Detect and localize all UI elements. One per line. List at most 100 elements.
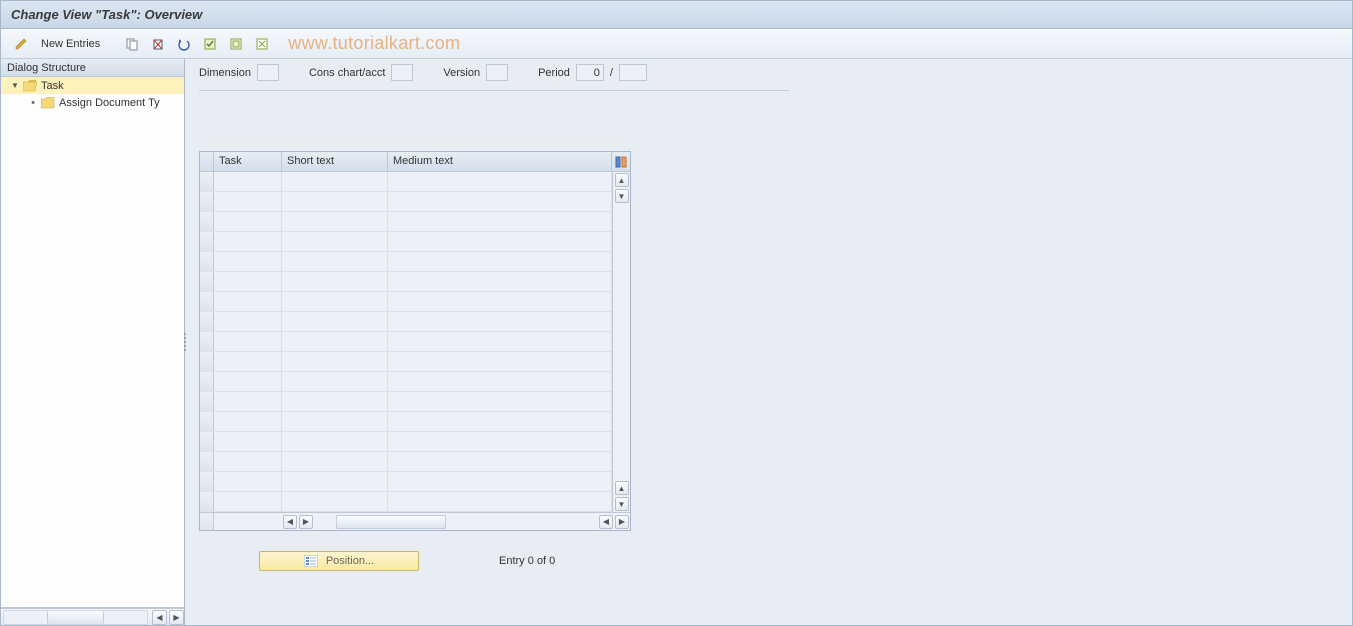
new-entries-button[interactable]: New Entries xyxy=(37,34,104,54)
cell-task[interactable] xyxy=(214,432,282,451)
cell-task[interactable] xyxy=(214,412,282,431)
table-vscrollbar[interactable]: ▲ ▼ ▲ ▼ xyxy=(612,172,630,512)
cell-task[interactable] xyxy=(214,232,282,251)
cell-medium[interactable] xyxy=(388,272,612,291)
cell-medium[interactable] xyxy=(388,212,612,231)
row-selector[interactable] xyxy=(200,412,214,431)
cell-short[interactable] xyxy=(282,272,388,291)
table-hscroll-track[interactable] xyxy=(316,515,596,529)
scroll-right2-icon[interactable]: ▶ xyxy=(615,515,629,529)
row-selector[interactable] xyxy=(200,452,214,471)
cell-short[interactable] xyxy=(282,232,388,251)
row-selector[interactable] xyxy=(200,272,214,291)
cell-short[interactable] xyxy=(282,372,388,391)
row-selector[interactable] xyxy=(200,332,214,351)
cell-short[interactable] xyxy=(282,432,388,451)
tree-hscrollbar[interactable]: ◀ ▶ xyxy=(1,608,184,625)
cell-medium[interactable] xyxy=(388,372,612,391)
cell-medium[interactable] xyxy=(388,412,612,431)
row-selector[interactable] xyxy=(200,232,214,251)
cell-task[interactable] xyxy=(214,192,282,211)
table-select-all-corner[interactable] xyxy=(200,152,214,171)
cell-medium[interactable] xyxy=(388,312,612,331)
cell-task[interactable] xyxy=(214,492,282,511)
cell-task[interactable] xyxy=(214,452,282,471)
select-all-icon[interactable] xyxy=(200,34,220,54)
cell-task[interactable] xyxy=(214,292,282,311)
row-selector[interactable] xyxy=(200,392,214,411)
undo-icon[interactable] xyxy=(174,34,194,54)
change-icon[interactable] xyxy=(11,34,31,54)
cell-task[interactable] xyxy=(214,392,282,411)
select-block-icon[interactable] xyxy=(226,34,246,54)
tree-item-assign-doc-type[interactable]: • Assign Document Ty xyxy=(1,94,184,111)
row-selector[interactable] xyxy=(200,292,214,311)
version-input[interactable] xyxy=(486,64,508,81)
tree-hscroll-track[interactable] xyxy=(3,610,148,625)
scroll-up2-icon[interactable]: ▲ xyxy=(615,481,629,495)
scroll-right-icon[interactable]: ▶ xyxy=(299,515,313,529)
cell-short[interactable] xyxy=(282,452,388,471)
cell-short[interactable] xyxy=(282,472,388,491)
scroll-down2-icon[interactable]: ▼ xyxy=(615,497,629,511)
cell-medium[interactable] xyxy=(388,192,612,211)
expand-arrow-icon[interactable]: ▼ xyxy=(11,82,19,90)
cell-short[interactable] xyxy=(282,332,388,351)
period-input[interactable] xyxy=(576,64,604,81)
row-selector[interactable] xyxy=(200,252,214,271)
dimension-input[interactable] xyxy=(257,64,279,81)
cell-task[interactable] xyxy=(214,472,282,491)
cell-medium[interactable] xyxy=(388,292,612,311)
copy-icon[interactable] xyxy=(122,34,142,54)
cell-short[interactable] xyxy=(282,312,388,331)
row-selector[interactable] xyxy=(200,312,214,331)
col-header-task[interactable]: Task xyxy=(214,152,282,171)
table-hscroll-thumb[interactable] xyxy=(336,515,446,529)
cell-medium[interactable] xyxy=(388,172,612,191)
cell-short[interactable] xyxy=(282,172,388,191)
col-header-medium-text[interactable]: Medium text xyxy=(388,152,612,171)
scroll-down-icon[interactable]: ▼ xyxy=(615,189,629,203)
cell-medium[interactable] xyxy=(388,252,612,271)
deselect-all-icon[interactable] xyxy=(252,34,272,54)
tree-scroll-right-icon[interactable]: ▶ xyxy=(169,610,184,625)
row-selector[interactable] xyxy=(200,432,214,451)
cell-medium[interactable] xyxy=(388,332,612,351)
row-selector[interactable] xyxy=(200,372,214,391)
scroll-left2-icon[interactable]: ◀ xyxy=(599,515,613,529)
delete-icon[interactable] xyxy=(148,34,168,54)
cell-task[interactable] xyxy=(214,352,282,371)
cell-medium[interactable] xyxy=(388,432,612,451)
row-selector[interactable] xyxy=(200,352,214,371)
cell-medium[interactable] xyxy=(388,352,612,371)
tree-scroll-left-icon[interactable]: ◀ xyxy=(152,610,167,625)
cons-chart-input[interactable] xyxy=(391,64,413,81)
cell-task[interactable] xyxy=(214,272,282,291)
panel-splitter[interactable] xyxy=(182,322,188,362)
cell-task[interactable] xyxy=(214,312,282,331)
cell-short[interactable] xyxy=(282,412,388,431)
cell-medium[interactable] xyxy=(388,232,612,251)
cell-short[interactable] xyxy=(282,252,388,271)
row-selector[interactable] xyxy=(200,472,214,491)
cell-medium[interactable] xyxy=(388,492,612,511)
cell-task[interactable] xyxy=(214,372,282,391)
period2-input[interactable] xyxy=(619,64,647,81)
table-config-icon[interactable] xyxy=(612,152,630,171)
row-selector[interactable] xyxy=(200,492,214,511)
cell-medium[interactable] xyxy=(388,452,612,471)
row-selector[interactable] xyxy=(200,172,214,191)
tree-item-task[interactable]: ▼ Task xyxy=(1,77,184,94)
scroll-left-icon[interactable]: ◀ xyxy=(283,515,297,529)
cell-task[interactable] xyxy=(214,332,282,351)
cell-short[interactable] xyxy=(282,192,388,211)
cell-short[interactable] xyxy=(282,352,388,371)
position-button[interactable]: Position... xyxy=(259,551,419,571)
cell-task[interactable] xyxy=(214,212,282,231)
scroll-up-icon[interactable]: ▲ xyxy=(615,173,629,187)
row-selector[interactable] xyxy=(200,192,214,211)
cell-short[interactable] xyxy=(282,492,388,511)
tree-hscroll-thumb[interactable] xyxy=(47,611,104,624)
cell-short[interactable] xyxy=(282,212,388,231)
cell-medium[interactable] xyxy=(388,392,612,411)
